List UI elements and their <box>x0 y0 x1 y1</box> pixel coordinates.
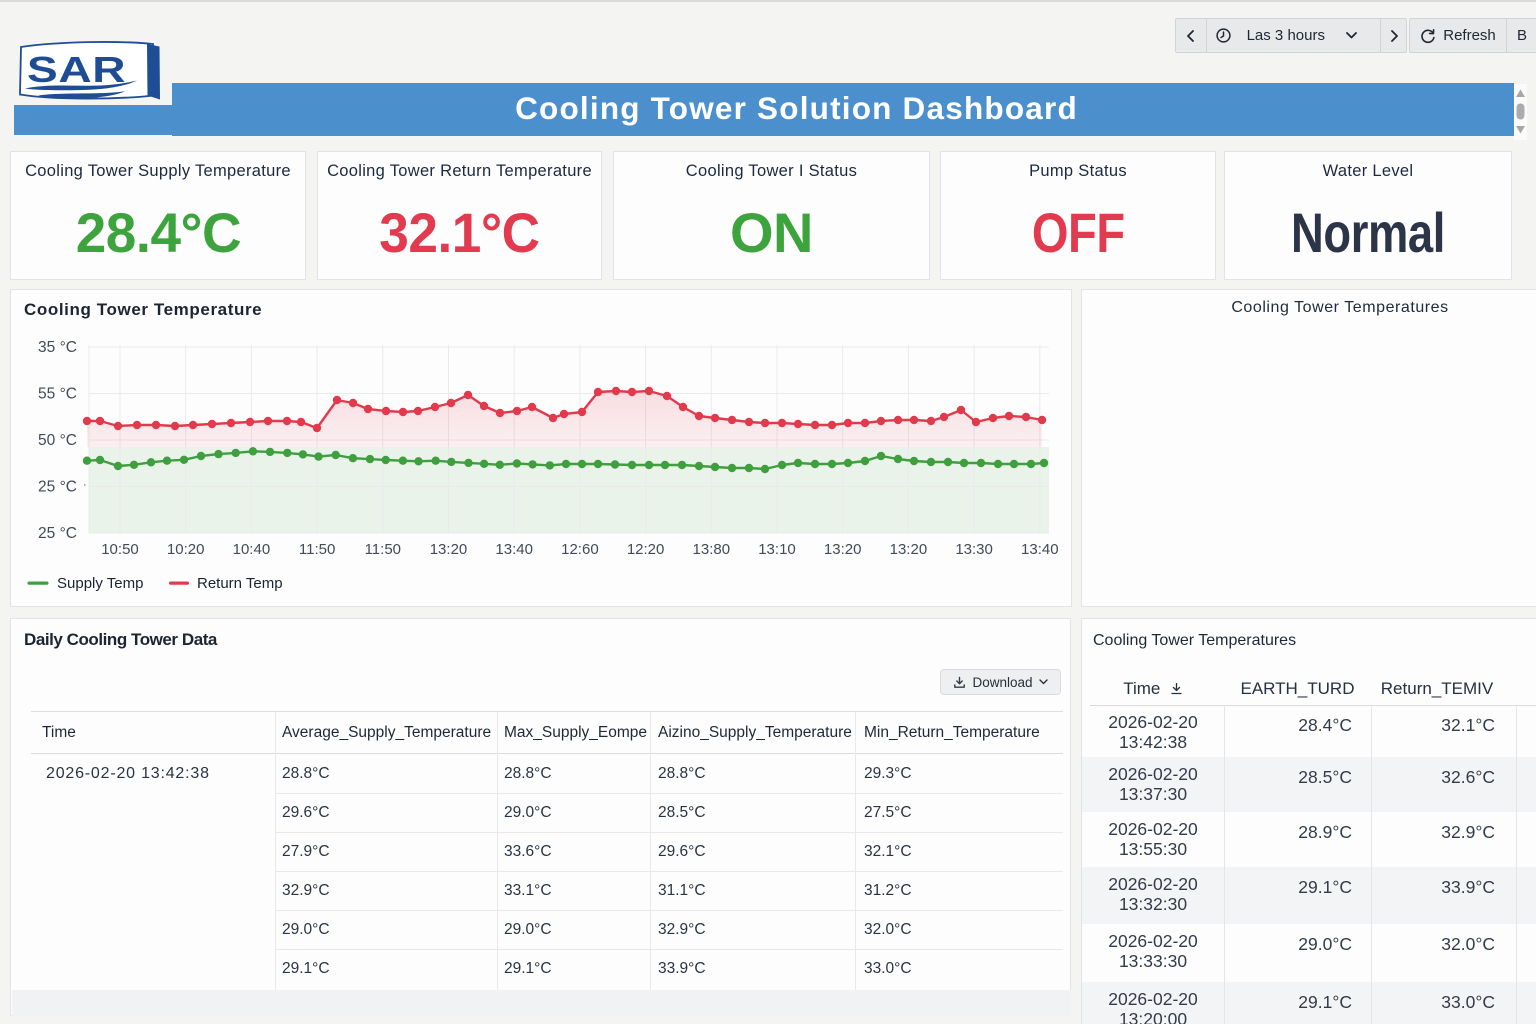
svg-text:10:50: 10:50 <box>101 541 139 558</box>
svg-text:13:20: 13:20 <box>430 541 468 558</box>
svg-text:13:30: 13:30 <box>955 541 993 558</box>
svg-text:10:40: 10:40 <box>233 541 271 558</box>
svg-text:11:50: 11:50 <box>365 541 401 558</box>
svg-text:13:80: 13:80 <box>693 541 731 558</box>
svg-text:12:60: 12:60 <box>561 541 599 558</box>
svg-text:25 °C: 25 °C <box>38 479 77 496</box>
svg-text:·: · <box>83 479 87 491</box>
svg-text:Supply Temp: Supply Temp <box>57 575 143 592</box>
svg-text:13:20: 13:20 <box>890 541 928 558</box>
svg-text:50 °C: 50 °C <box>38 432 77 449</box>
svg-text:13:10: 13:10 <box>758 541 796 558</box>
svg-text:11:50: 11:50 <box>299 541 335 558</box>
svg-text:35 °C: 35 °C <box>38 339 77 356</box>
svg-text:12:20: 12:20 <box>627 541 665 558</box>
svg-text:Return Temp: Return Temp <box>197 575 283 592</box>
svg-text:13:20: 13:20 <box>824 541 862 558</box>
svg-text:13:40: 13:40 <box>495 541 533 558</box>
svg-text:25 °C: 25 °C <box>38 525 77 542</box>
svg-text:SAR: SAR <box>27 50 126 90</box>
svg-text:10:20: 10:20 <box>167 541 205 558</box>
svg-text:55 °C: 55 °C <box>38 386 77 403</box>
svg-text:13:40: 13:40 <box>1021 541 1059 558</box>
